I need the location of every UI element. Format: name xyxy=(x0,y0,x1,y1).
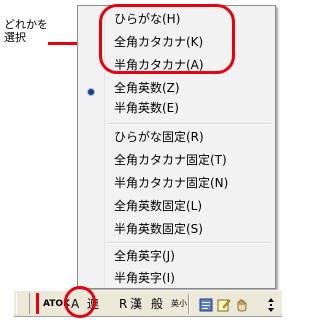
arrow-icon[interactable] xyxy=(266,297,276,312)
callout-pointer-line xyxy=(48,42,77,45)
toolbar-grip[interactable] xyxy=(16,293,30,314)
toolbar-separator xyxy=(188,294,190,314)
menu-item-hiragana-fixed[interactable]: ひらがな固定(R) xyxy=(114,127,204,147)
selected-radio-dot xyxy=(87,88,95,96)
menu-item-hankaku-eisu[interactable]: 半角英数(E) xyxy=(114,98,179,118)
callout-label: どれかを 選択 xyxy=(4,18,48,44)
menu-item-zenkaku-eisu[interactable]: 全角英数(Z) xyxy=(114,78,180,98)
r-button[interactable]: R xyxy=(119,291,127,317)
highlight-ring-mode xyxy=(64,286,96,318)
menu-item-zenkaku-katakana-fixed[interactable]: 全角カタカナ固定(T) xyxy=(114,150,227,170)
kan-button[interactable]: 漢 xyxy=(130,291,142,317)
han-button[interactable]: 般 xyxy=(151,291,163,317)
menu-item-zenkaku-eiji[interactable]: 全角英字(J) xyxy=(114,246,175,266)
callout-line1: どれかを xyxy=(4,18,48,31)
menu-separator xyxy=(108,242,271,244)
dictionary-icon[interactable] xyxy=(199,297,213,312)
menu-item-hankaku-eisu-fixed[interactable]: 半角英数固定(S) xyxy=(114,219,203,239)
atok-toolbar: ATOK A 連 R 漢 般 英小 xyxy=(14,290,282,317)
menu-separator xyxy=(108,123,271,125)
menu-item-hankaku-eiji[interactable]: 半角英字(I) xyxy=(114,268,175,288)
callout-line2: 選択 xyxy=(4,31,26,44)
toolbar-red-marker xyxy=(36,293,39,314)
eisho-button[interactable]: 英小 xyxy=(171,291,187,317)
highlight-ring-menu xyxy=(99,4,235,74)
menu-item-zenkaku-eisu-fixed[interactable]: 全角英数固定(L) xyxy=(114,196,202,216)
hand-icon[interactable] xyxy=(235,297,249,312)
note-icon[interactable] xyxy=(217,297,231,312)
menu-item-hankaku-katakana-fixed[interactable]: 半角カタカナ固定(N) xyxy=(114,173,228,193)
